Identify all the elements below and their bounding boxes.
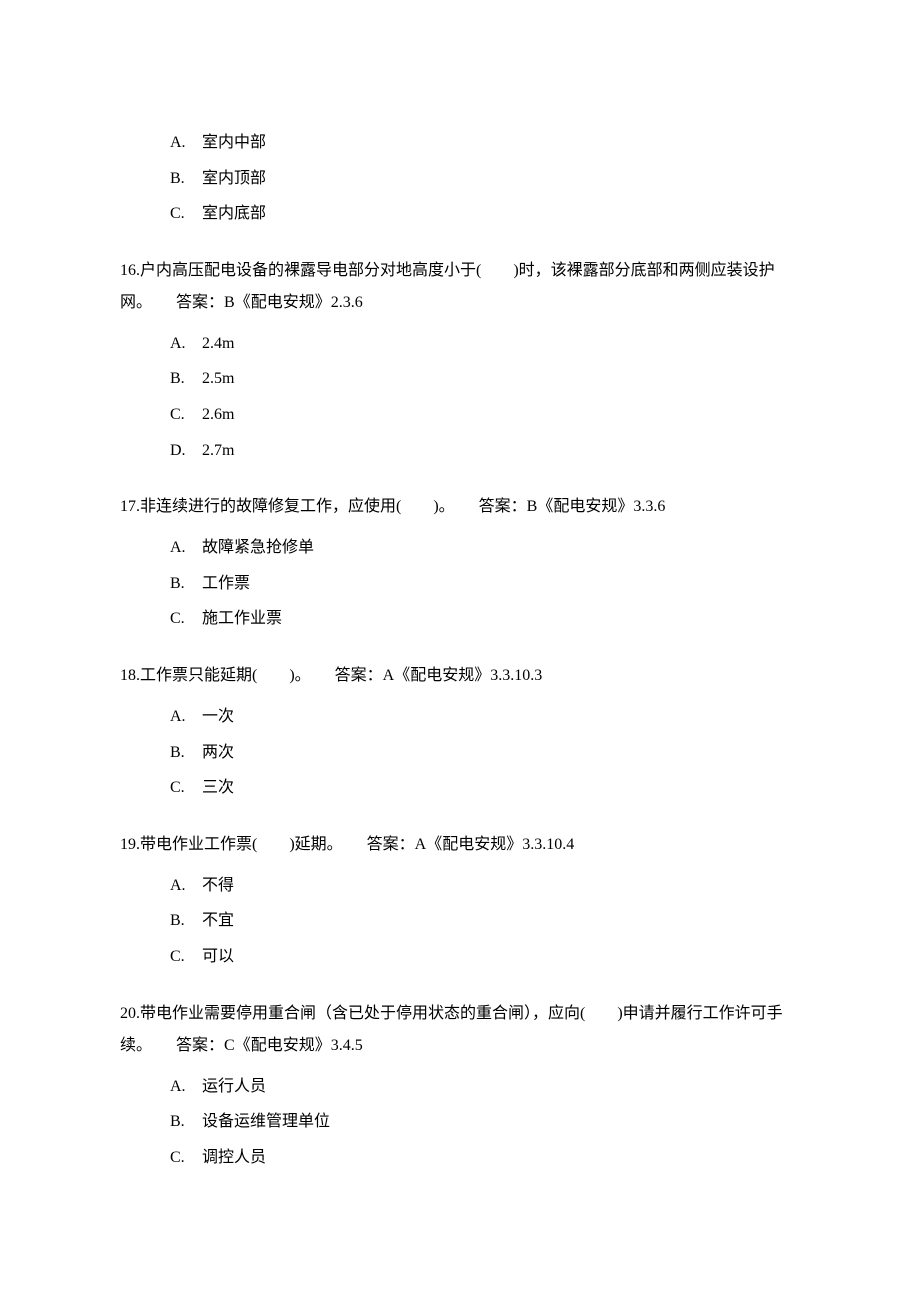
option-item: B. 不宜 [170, 908, 800, 934]
option-letter: C. [170, 606, 198, 632]
question-20: 20.带电作业需要停用重合闸（含已处于停用状态的重合闸），应向( )申请并履行工… [120, 998, 800, 1062]
question-18: 18.工作票只能延期( )。 答案：A《配电安规》3.3.10.3 [120, 660, 800, 692]
question-text: 工作票只能延期( )。 [140, 667, 311, 684]
option-letter: C. [170, 1145, 198, 1171]
option-text: 运行人员 [202, 1078, 266, 1095]
option-letter: C. [170, 775, 198, 801]
option-text: 可以 [202, 948, 234, 965]
option-text: 室内底部 [202, 205, 266, 222]
option-text: 调控人员 [202, 1149, 266, 1166]
option-letter: C. [170, 402, 198, 428]
option-item: A. 运行人员 [170, 1074, 800, 1100]
option-letter: B. [170, 1109, 198, 1135]
option-text: 2.7m [202, 442, 234, 459]
question-text: 非连续进行的故障修复工作，应使用( )。 [140, 498, 455, 515]
option-letter: A. [170, 331, 198, 357]
option-text: 一次 [202, 708, 234, 725]
option-item: C. 可以 [170, 944, 800, 970]
option-letter: B. [170, 366, 198, 392]
option-item: C. 三次 [170, 775, 800, 801]
option-item: B. 设备运维管理单位 [170, 1109, 800, 1135]
option-text: 2.6m [202, 406, 234, 423]
option-text: 故障紧急抢修单 [202, 539, 314, 556]
option-item: C. 2.6m [170, 402, 800, 428]
question-17-options: A. 故障紧急抢修单 B. 工作票 C. 施工作业票 [120, 535, 800, 632]
question-answer: 答案：C《配电安规》3.4.5 [176, 1037, 363, 1054]
option-letter: B. [170, 166, 198, 192]
question-options-prior: A. 室内中部 B. 室内顶部 C. 室内底部 [120, 130, 800, 227]
question-answer: 答案：B《配电安规》2.3.6 [176, 294, 363, 311]
question-19-options: A. 不得 B. 不宜 C. 可以 [120, 873, 800, 970]
question-16: 16.户内高压配电设备的裸露导电部分对地高度小于( )时，该裸露部分底部和两侧应… [120, 255, 800, 319]
option-item: A. 故障紧急抢修单 [170, 535, 800, 561]
option-text: 工作票 [202, 575, 250, 592]
option-item: A. 2.4m [170, 331, 800, 357]
option-text: 三次 [202, 779, 234, 796]
question-number: 16. [120, 262, 140, 279]
option-text: 2.5m [202, 370, 234, 387]
option-letter: B. [170, 908, 198, 934]
question-20-options: A. 运行人员 B. 设备运维管理单位 C. 调控人员 [120, 1074, 800, 1171]
document-page: A. 室内中部 B. 室内顶部 C. 室内底部 16.户内高压配电设备的裸露导电… [0, 0, 920, 1302]
option-letter: C. [170, 201, 198, 227]
question-number: 19. [120, 836, 140, 853]
option-item: B. 2.5m [170, 366, 800, 392]
option-item: C. 施工作业票 [170, 606, 800, 632]
option-text: 设备运维管理单位 [202, 1113, 330, 1130]
option-item: C. 调控人员 [170, 1145, 800, 1171]
option-item: A. 室内中部 [170, 130, 800, 156]
option-item: B. 室内顶部 [170, 166, 800, 192]
option-item: D. 2.7m [170, 438, 800, 464]
option-text: 室内中部 [202, 134, 266, 151]
option-letter: B. [170, 571, 198, 597]
option-item: A. 不得 [170, 873, 800, 899]
option-text: 2.4m [202, 335, 234, 352]
question-answer: 答案：A《配电安规》3.3.10.3 [335, 667, 543, 684]
option-letter: A. [170, 704, 198, 730]
question-answer: 答案：B《配电安规》3.3.6 [479, 498, 666, 515]
option-letter: D. [170, 438, 198, 464]
question-17: 17.非连续进行的故障修复工作，应使用( )。 答案：B《配电安规》3.3.6 [120, 491, 800, 523]
option-text: 室内顶部 [202, 170, 266, 187]
option-text: 不得 [202, 877, 234, 894]
question-answer: 答案：A《配电安规》3.3.10.4 [367, 836, 575, 853]
option-item: B. 工作票 [170, 571, 800, 597]
option-item: A. 一次 [170, 704, 800, 730]
option-item: C. 室内底部 [170, 201, 800, 227]
option-letter: A. [170, 535, 198, 561]
option-letter: A. [170, 130, 198, 156]
option-letter: A. [170, 1074, 198, 1100]
option-letter: B. [170, 740, 198, 766]
option-letter: C. [170, 944, 198, 970]
question-number: 17. [120, 498, 140, 515]
option-item: B. 两次 [170, 740, 800, 766]
question-16-options: A. 2.4m B. 2.5m C. 2.6m D. 2.7m [120, 331, 800, 463]
question-18-options: A. 一次 B. 两次 C. 三次 [120, 704, 800, 801]
option-text: 施工作业票 [202, 610, 282, 627]
question-number: 18. [120, 667, 140, 684]
question-19: 19.带电作业工作票( )延期。 答案：A《配电安规》3.3.10.4 [120, 829, 800, 861]
question-text: 带电作业工作票( )延期。 [140, 836, 343, 853]
question-number: 20. [120, 1005, 140, 1022]
option-text: 不宜 [202, 912, 234, 929]
option-letter: A. [170, 873, 198, 899]
option-text: 两次 [202, 744, 234, 761]
